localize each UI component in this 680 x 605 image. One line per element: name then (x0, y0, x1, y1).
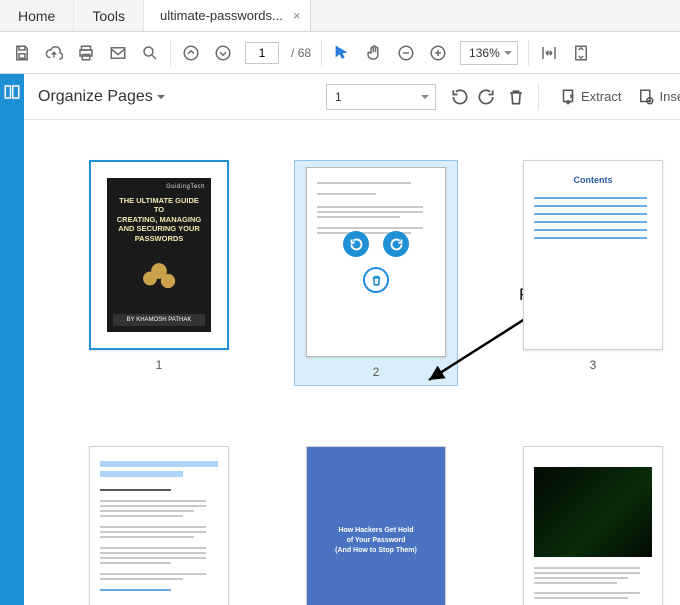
app-tab-bar: Home Tools ultimate-passwords... × (0, 0, 680, 32)
separator (321, 40, 322, 66)
cloud-upload-icon[interactable] (44, 43, 64, 63)
thumb-number: 3 (590, 358, 597, 372)
tab-tools[interactable]: Tools (74, 0, 144, 31)
thumb-rotate-ccw-button[interactable] (343, 231, 369, 257)
thumb-rotate-cw-button[interactable] (383, 231, 409, 257)
next-page-icon[interactable] (213, 43, 233, 63)
zoom-select[interactable]: 136% (460, 41, 518, 65)
thumb-delete-button[interactable] (363, 267, 389, 293)
save-icon[interactable] (12, 43, 32, 63)
thumb1-title: THE ULTIMATE GUIDE TO CREATING, MANAGING… (113, 196, 205, 243)
thumb-number: 2 (373, 365, 380, 379)
extract-label: Extract (581, 89, 621, 104)
thumb7-slide-text: How Hackers Get Hold of Your Password (A… (307, 447, 445, 605)
separator (528, 40, 529, 66)
fit-page-icon[interactable] (571, 43, 591, 63)
extract-button[interactable]: Extract (551, 88, 629, 106)
delete-icon[interactable] (506, 87, 526, 107)
chevron-down-icon (157, 95, 165, 103)
mail-icon[interactable] (108, 43, 128, 63)
search-icon[interactable] (140, 43, 160, 63)
page-range-select[interactable]: 1 (326, 84, 436, 110)
select-tool-icon[interactable] (332, 43, 352, 63)
thumb8-image (534, 467, 652, 557)
zoom-value: 136% (469, 46, 500, 60)
left-rail (0, 74, 24, 605)
hand-tool-icon[interactable] (364, 43, 384, 63)
page-thumb-6[interactable]: 6 (84, 446, 234, 605)
page-number-input[interactable] (245, 42, 279, 64)
print-icon[interactable] (76, 43, 96, 63)
organize-toolbar: Organize Pages 1 Extract (24, 74, 680, 120)
organize-rail-icon[interactable] (0, 80, 24, 104)
rotate-ccw-icon[interactable] (450, 87, 470, 107)
organize-pages-menu[interactable]: Organize Pages (38, 88, 165, 106)
rotate-cw-icon[interactable] (476, 87, 496, 107)
insert-button[interactable]: Insert (629, 88, 680, 106)
page-range-value: 1 (335, 90, 342, 104)
zoom-out-icon[interactable] (396, 43, 416, 63)
page-thumb-7[interactable]: How Hackers Get Hold of Your Password (A… (301, 446, 451, 605)
organize-pages-label: Organize Pages (38, 88, 153, 106)
page-thumb-2[interactable]: 2 (294, 160, 458, 386)
tab-home[interactable]: Home (0, 0, 74, 31)
close-icon[interactable]: × (293, 8, 301, 23)
tab-document-label: ultimate-passwords... (160, 8, 283, 23)
thumb1-artwork (129, 251, 189, 301)
page-total: / 68 (291, 46, 311, 60)
thumb3-heading: Contents (534, 175, 652, 185)
thumb1-author: BY KHAMOSH PATHAK (113, 314, 205, 326)
page-thumb-8[interactable]: 8 (518, 446, 668, 605)
separator (170, 40, 171, 66)
thumbnail-grid: Rotate page GuidingTech THE ULTIMATE GUI… (24, 120, 680, 605)
prev-page-icon[interactable] (181, 43, 201, 63)
fit-width-icon[interactable] (539, 43, 559, 63)
separator (538, 84, 539, 110)
page-thumb-1[interactable]: GuidingTech THE ULTIMATE GUIDE TO CREATI… (84, 160, 234, 386)
insert-label: Insert (659, 89, 680, 104)
main-toolbar: / 68 136% (0, 32, 680, 74)
zoom-in-icon[interactable] (428, 43, 448, 63)
thumb-number: 1 (156, 358, 163, 372)
thumb1-brand: GuidingTech (113, 184, 205, 190)
tab-document[interactable]: ultimate-passwords... × (144, 0, 311, 31)
